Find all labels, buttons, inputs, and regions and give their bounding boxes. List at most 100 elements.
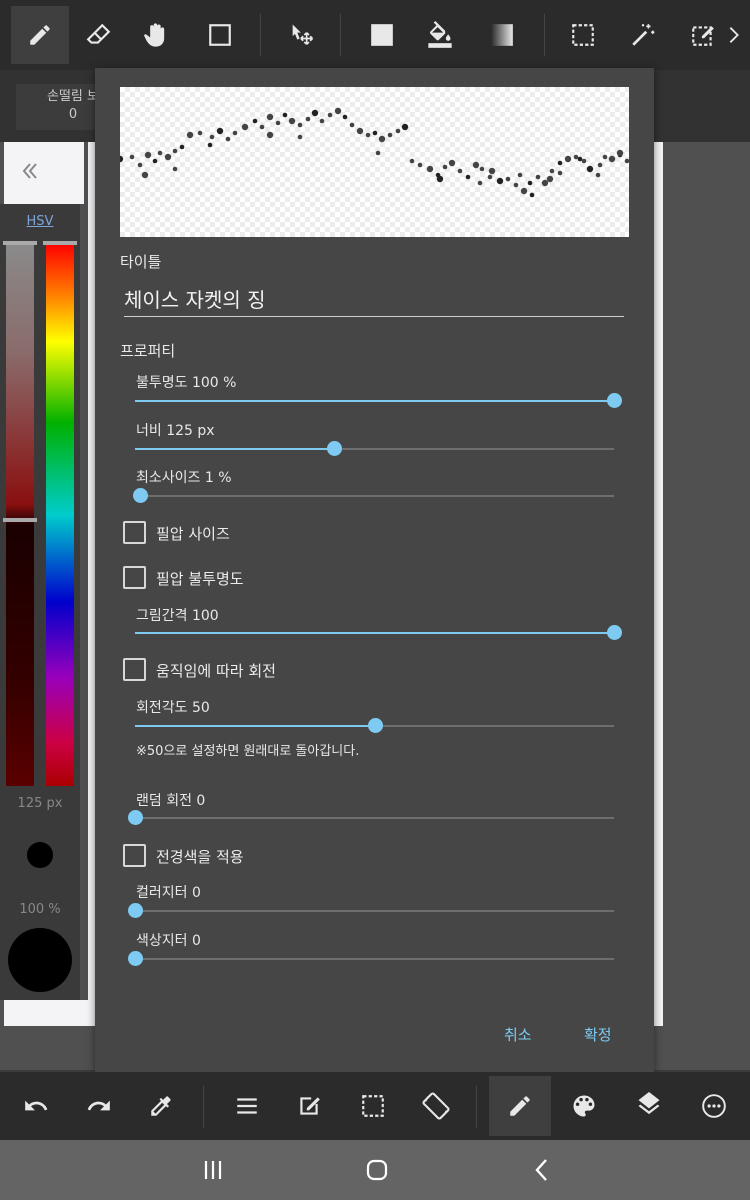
hue-slider-handle[interactable] [43, 241, 77, 245]
opacity-label: 불투명도 100 % [136, 375, 237, 391]
opacity-slider[interactable] [135, 393, 622, 408]
cancel-button[interactable]: 취소 [504, 1024, 532, 1045]
brush-dab [564, 155, 572, 163]
brush-dab [442, 164, 448, 170]
confirm-button[interactable]: 확정 [584, 1024, 612, 1045]
brightness-slider-handle[interactable] [3, 518, 37, 522]
rectangle-tool-button[interactable] [191, 6, 249, 64]
fill-shape-tool-button[interactable] [353, 6, 411, 64]
apply-fg-color-checkbox[interactable] [123, 844, 146, 867]
bucket-tool-button[interactable] [411, 6, 469, 64]
brush-size-preview [27, 842, 53, 868]
brush-dab [297, 134, 303, 140]
hue-slider[interactable] [46, 244, 74, 786]
properties-label: 프로퍼티 [120, 342, 176, 360]
move-tool-button[interactable] [273, 6, 331, 64]
selection-button[interactable] [342, 1076, 404, 1136]
brush-dab [496, 177, 504, 185]
rotate-with-motion-checkbox[interactable] [123, 658, 146, 681]
random-rotation-slider[interactable] [128, 810, 614, 825]
random-rotation-label: 랜덤 회전 0 [136, 793, 206, 809]
back-button[interactable] [522, 1150, 562, 1190]
back-icon [535, 1159, 547, 1181]
canvas-edge [4, 1000, 88, 1026]
color-mode-tab[interactable]: HSV [0, 214, 80, 229]
rotation-angle-slider-knob[interactable] [367, 718, 383, 733]
spacing-slider[interactable] [135, 625, 622, 640]
color-jitter-slider-knob[interactable] [128, 903, 143, 918]
recent-apps-button[interactable] [193, 1150, 233, 1190]
min-size-slider[interactable] [132, 488, 614, 503]
collapse-panel-button[interactable] [20, 160, 40, 186]
opacity-slider-knob[interactable] [607, 393, 622, 408]
brush-dab [586, 165, 594, 173]
brush-dab [164, 153, 172, 161]
home-button[interactable] [357, 1150, 397, 1190]
brush-dab [557, 170, 563, 176]
min-size-slider-knob[interactable] [132, 488, 148, 503]
hand-tool-button[interactable] [127, 6, 185, 64]
rotate-with-motion-label: 움직임에 따라 회전 [156, 662, 276, 680]
brush-dab [517, 172, 523, 178]
move-icon [292, 24, 314, 45]
select-pen-icon [692, 26, 714, 46]
brush-dab [305, 116, 311, 122]
hue-jitter-slider-knob[interactable] [128, 951, 143, 966]
pressure-size-checkbox[interactable] [123, 521, 146, 544]
undo-button[interactable] [5, 1076, 67, 1136]
brush-dab [144, 151, 152, 159]
rotation-angle-slider[interactable] [135, 718, 614, 733]
brush-button[interactable] [489, 1076, 551, 1136]
brush-dab [157, 150, 163, 156]
selection-icon [572, 24, 594, 46]
brush-dab [179, 144, 185, 150]
pen-tool-button[interactable] [11, 6, 69, 64]
brush-dab [513, 182, 519, 188]
brush-dab [275, 120, 281, 126]
layers-button[interactable] [618, 1076, 680, 1136]
brush-dab [225, 136, 231, 142]
brush-dab [197, 130, 203, 136]
brightness-slider[interactable] [6, 244, 34, 786]
menu-button[interactable] [216, 1076, 278, 1136]
eyedropper-button[interactable] [130, 1076, 192, 1136]
brush-dab [608, 155, 616, 163]
magic-wand-tool-button[interactable] [614, 6, 672, 64]
brush-dab [349, 122, 355, 128]
width-slider[interactable] [135, 441, 614, 456]
pressure-opacity-checkbox[interactable] [123, 566, 146, 589]
brush-dab [172, 148, 178, 154]
brightness-slider-top-mark [3, 241, 37, 245]
brush-dab [477, 180, 483, 186]
selection-tool-button[interactable] [554, 6, 612, 64]
color-jitter-slider[interactable] [128, 903, 614, 918]
home-icon [366, 1159, 388, 1181]
random-rotation-slider-knob[interactable] [128, 810, 143, 825]
menu-icon [237, 1098, 257, 1114]
brush-dab [209, 134, 215, 140]
eraser-tool-button[interactable] [70, 6, 128, 64]
brush-stroke-preview [116, 107, 630, 198]
more-button[interactable] [683, 1076, 745, 1136]
brush-dab [487, 174, 493, 180]
brush-dab [297, 122, 303, 128]
hue-jitter-slider[interactable] [128, 951, 614, 966]
palette-button[interactable] [553, 1076, 615, 1136]
brush-dab [365, 132, 371, 138]
fill-square-icon [371, 24, 393, 46]
rotation-angle-label: 회전각도 50 [136, 700, 210, 716]
redo-button[interactable] [68, 1076, 130, 1136]
edit-button[interactable] [278, 1076, 340, 1136]
gradient-tool-button[interactable] [473, 6, 531, 64]
title-input[interactable]: 체이스 자켓의 징 [124, 284, 624, 317]
brush-dab [342, 114, 348, 120]
toolbar-more-button[interactable] [718, 6, 750, 64]
palette-icon [573, 1095, 595, 1117]
brush-size-readout: 125 px [17, 796, 63, 811]
brush-dab [577, 156, 583, 162]
spacing-slider-knob[interactable] [607, 625, 622, 640]
rotate-screen-button[interactable] [405, 1076, 467, 1136]
brush-dab [137, 162, 143, 168]
brush-dab [216, 127, 224, 135]
current-color-swatch[interactable] [8, 928, 72, 992]
